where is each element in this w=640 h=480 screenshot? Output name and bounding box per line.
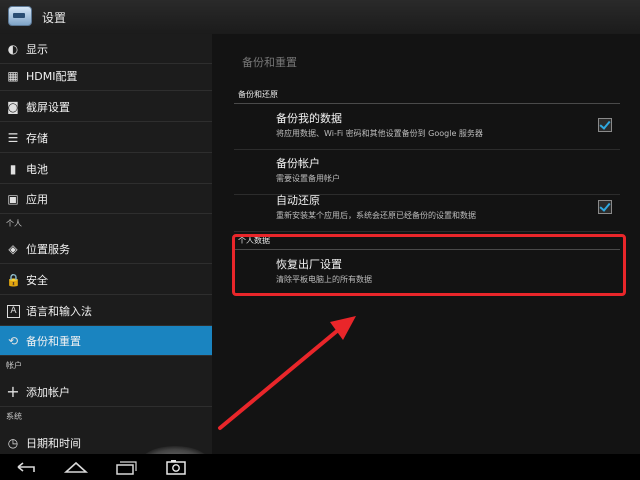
home-icon[interactable] xyxy=(62,458,90,476)
navigation-bar xyxy=(0,454,640,480)
annotation-arrow xyxy=(218,316,356,430)
recent-apps-icon[interactable] xyxy=(112,458,140,476)
back-icon[interactable] xyxy=(12,458,40,476)
camera-icon[interactable] xyxy=(162,458,190,476)
